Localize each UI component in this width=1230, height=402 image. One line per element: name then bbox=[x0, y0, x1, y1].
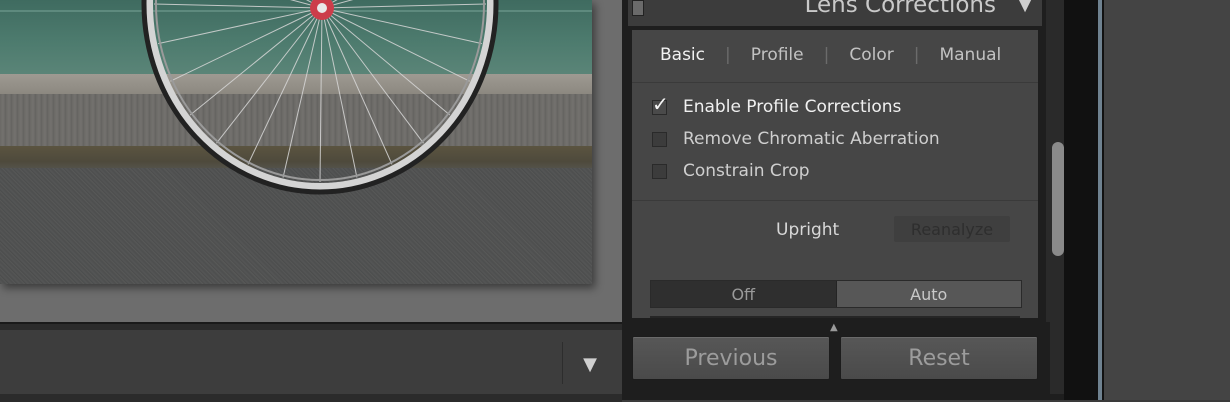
window-background bbox=[1104, 0, 1230, 400]
checkbox-label: Remove Chromatic Aberration bbox=[683, 129, 940, 149]
scrollbar-thumb[interactable] bbox=[1052, 142, 1064, 256]
checkbox-label: Constrain Crop bbox=[683, 161, 810, 181]
tab-profile[interactable]: Profile bbox=[751, 45, 804, 65]
tab-color[interactable]: Color bbox=[849, 45, 893, 65]
upright-off-button[interactable]: Off bbox=[651, 281, 837, 307]
triangle-down-icon[interactable]: ▼ bbox=[1018, 0, 1032, 15]
divider bbox=[632, 82, 1038, 83]
photo-preview[interactable] bbox=[0, 0, 592, 284]
lens-corrections-body: Basic | Profile | Color | Manual ✓ Enabl… bbox=[632, 30, 1038, 318]
tab-separator: | bbox=[725, 45, 731, 65]
toolbar-dropdown-icon[interactable]: ▼ bbox=[568, 344, 612, 384]
upright-label: Upright bbox=[776, 220, 840, 240]
upright-auto-button[interactable]: Auto bbox=[836, 281, 1021, 307]
enable-profile-corrections-row[interactable]: ✓ Enable Profile Corrections bbox=[652, 92, 902, 118]
panel-title: Lens Corrections bbox=[804, 0, 996, 18]
panel-edge bbox=[1064, 0, 1104, 400]
checkbox-label: Enable Profile Corrections bbox=[683, 97, 902, 117]
reset-button[interactable]: Reset bbox=[840, 336, 1038, 380]
constrain-crop-row[interactable]: Constrain Crop bbox=[652, 160, 810, 182]
enable-profile-corrections-checkbox[interactable]: ✓ bbox=[652, 92, 669, 116]
filmstrip-toolbar: ▼ bbox=[0, 322, 622, 402]
constrain-crop-checkbox[interactable] bbox=[652, 163, 667, 179]
tab-separator: | bbox=[913, 45, 920, 65]
previous-button[interactable]: Previous bbox=[632, 336, 830, 380]
more-content-arrow-icon: ▲ bbox=[830, 322, 838, 333]
tab-separator: | bbox=[823, 45, 830, 65]
remove-chromatic-aberration-row[interactable]: Remove Chromatic Aberration bbox=[652, 128, 940, 150]
checkmark-icon: ✓ bbox=[652, 91, 669, 116]
remove-chromatic-aberration-checkbox[interactable] bbox=[652, 131, 667, 147]
photo-canvas[interactable] bbox=[0, 0, 622, 322]
tab-basic[interactable]: Basic bbox=[660, 45, 705, 65]
divider bbox=[632, 200, 1038, 201]
panel-switch-icon[interactable] bbox=[632, 0, 644, 16]
tab-manual[interactable]: Manual bbox=[939, 45, 1001, 65]
upright-mode-selector: Off Auto bbox=[650, 280, 1022, 308]
reanalyze-button[interactable]: Reanalyze bbox=[894, 216, 1010, 242]
lens-tabs: Basic | Profile | Color | Manual bbox=[632, 40, 1038, 70]
lens-corrections-header[interactable]: Lens Corrections ▼ bbox=[628, 0, 1042, 26]
panel-footer: Previous Reset bbox=[632, 336, 1038, 380]
bicycle-wheel-image bbox=[141, 0, 499, 195]
